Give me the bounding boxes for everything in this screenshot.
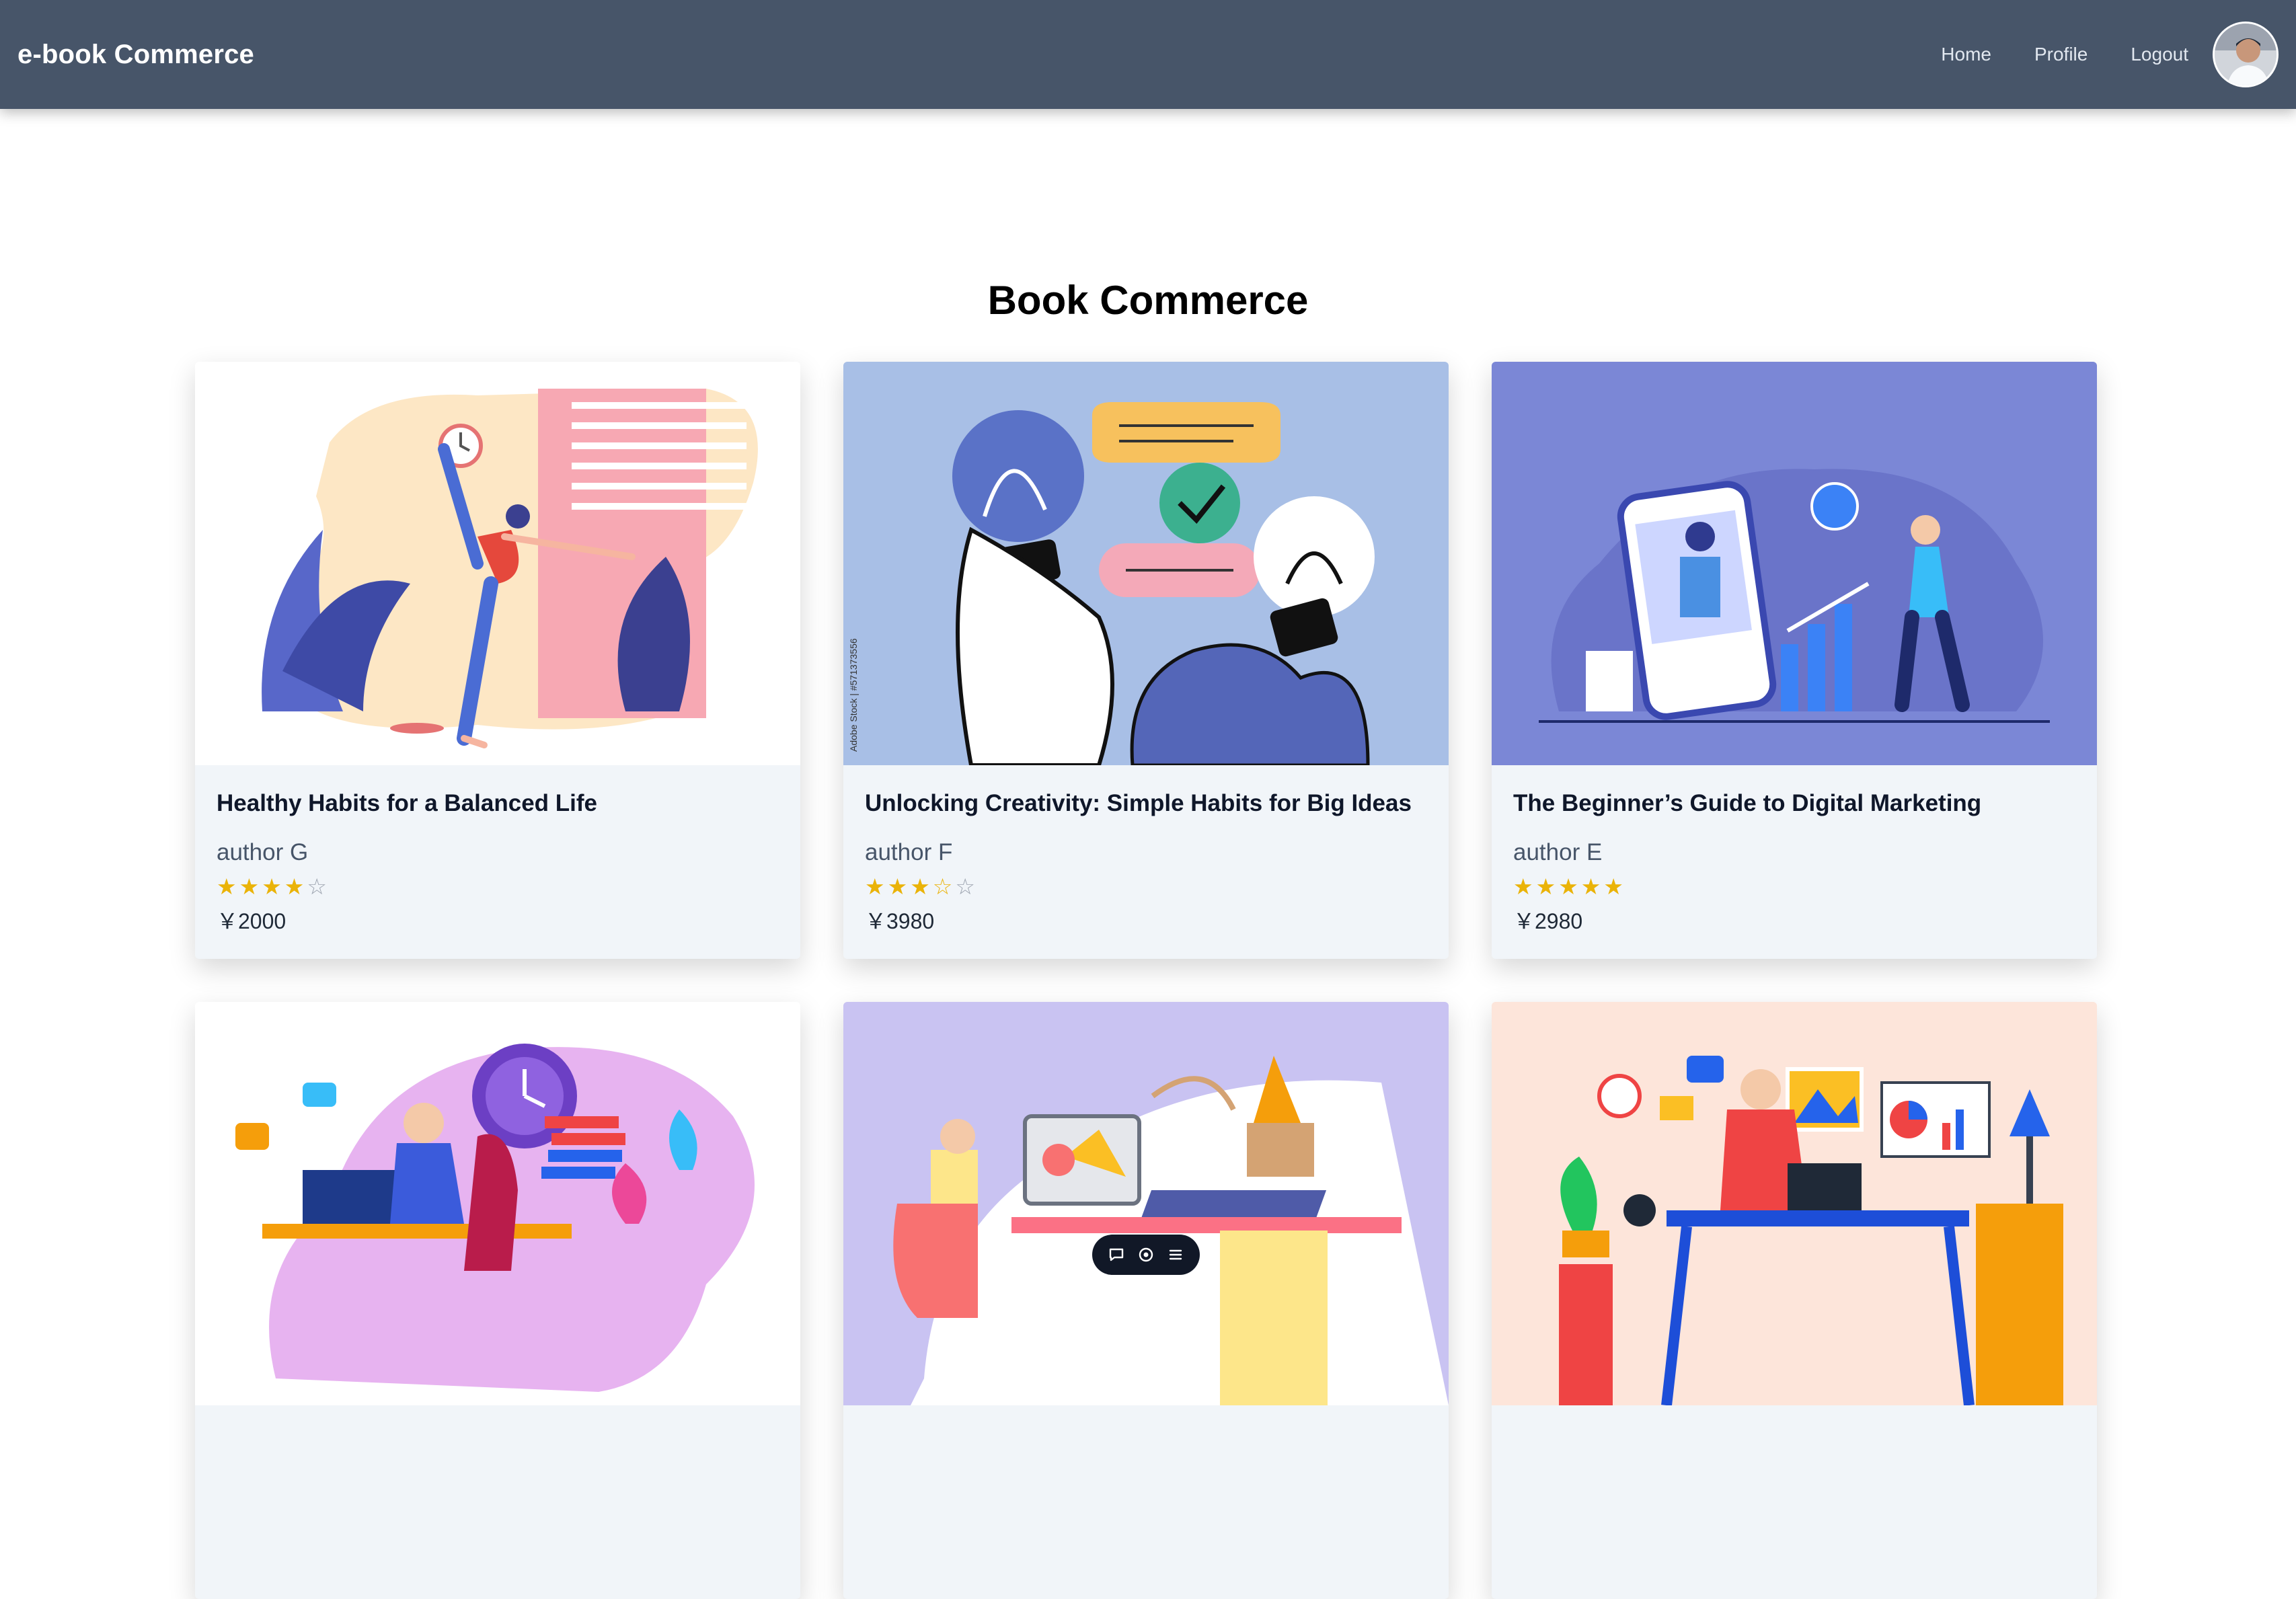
star-rating: ★ ★ ★ ★ ★	[1513, 875, 2075, 898]
star-full-icon: ★	[217, 874, 237, 899]
book-title[interactable]: The Beginner’s Guide to Digital Marketin…	[1513, 789, 2075, 818]
book-card[interactable]: Healthy Habits for a Balanced Life autho…	[195, 362, 800, 959]
nav-home-link[interactable]: Home	[1941, 44, 1991, 65]
designer-desk-illustration	[843, 1002, 1449, 1405]
book-author: author G	[217, 839, 309, 865]
nav-logout-link[interactable]: Logout	[2131, 44, 2188, 65]
star-full-icon: ★	[887, 874, 908, 899]
star-full-icon: ★	[1535, 874, 1556, 899]
user-avatar[interactable]	[2213, 22, 2279, 87]
card-body	[1492, 1405, 2097, 1451]
star-rating: ★ ★ ★ ★ ☆	[217, 875, 779, 898]
card-body: Healthy Habits for a Balanced Life autho…	[195, 765, 800, 935]
nav-links: Home Profile Logout	[1898, 22, 2279, 87]
book-grid: Healthy Habits for a Balanced Life autho…	[195, 362, 2097, 1599]
star-full-icon: ★	[1513, 874, 1533, 899]
star-full-icon: ★	[284, 874, 305, 899]
top-navbar: e-book Commerce Home Profile Logout	[0, 0, 2296, 109]
star-full-icon: ★	[1603, 874, 1623, 899]
nav-profile-link[interactable]: Profile	[2034, 44, 2088, 65]
book-author: author E	[1513, 839, 1603, 865]
star-empty-icon: ☆	[955, 874, 975, 899]
man-working-laptop-illustration	[195, 1002, 800, 1405]
card-body	[195, 1405, 800, 1451]
lightbulb-hands-illustration: Adobe Stock | #571373556	[843, 362, 1449, 765]
floating-toolbar	[1092, 1235, 1200, 1275]
star-full-icon: ★	[910, 874, 930, 899]
star-full-icon: ★	[1580, 874, 1601, 899]
eye-icon[interactable]	[1134, 1243, 1158, 1267]
book-title[interactable]: Unlocking Creativity: Simple Habits for …	[865, 789, 1427, 818]
avatar-photo-icon	[2215, 24, 2276, 85]
digital-marketing-phone-illustration	[1492, 362, 2097, 765]
book-price: ￥2980	[1513, 909, 1583, 933]
page-title: Book Commerce	[987, 278, 1309, 323]
star-full-icon: ★	[239, 874, 260, 899]
book-price: ￥3980	[865, 909, 935, 933]
book-card[interactable]: The Beginner’s Guide to Digital Marketin…	[1492, 362, 2097, 959]
star-full-icon: ★	[1558, 874, 1578, 899]
star-empty-icon: ☆	[307, 874, 327, 899]
card-body	[843, 1405, 1449, 1451]
star-half-icon: ☆	[932, 874, 953, 899]
book-card[interactable]	[195, 1002, 800, 1599]
star-rating: ★ ★ ★ ☆ ☆	[865, 875, 1427, 898]
brand-logo[interactable]: e-book Commerce	[17, 40, 254, 70]
card-body: Unlocking Creativity: Simple Habits for …	[843, 765, 1449, 935]
book-author: author F	[865, 839, 953, 865]
menu-icon[interactable]	[1163, 1243, 1188, 1267]
star-full-icon: ★	[865, 874, 885, 899]
book-title[interactable]: Healthy Habits for a Balanced Life	[217, 789, 779, 818]
man-home-office-illustration	[1492, 1002, 2097, 1405]
book-card[interactable]	[1492, 1002, 2097, 1599]
book-card[interactable]	[843, 1002, 1449, 1599]
image-watermark: Adobe Stock | #571373556	[848, 638, 859, 752]
book-card[interactable]: Adobe Stock | #571373556 Unlocking Creat…	[843, 362, 1449, 959]
yoga-woman-illustration	[195, 362, 800, 765]
card-body: The Beginner’s Guide to Digital Marketin…	[1492, 765, 2097, 935]
chat-icon[interactable]	[1104, 1243, 1128, 1267]
star-full-icon: ★	[262, 874, 282, 899]
book-price: ￥2000	[217, 909, 286, 933]
